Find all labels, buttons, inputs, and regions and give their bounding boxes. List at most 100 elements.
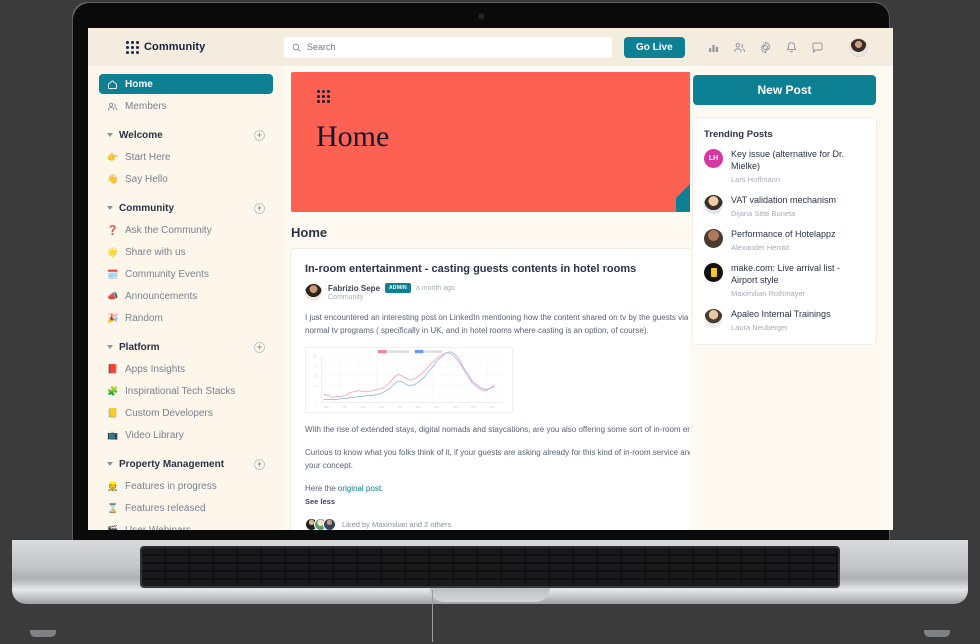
laptop-mockup: Community Go Live bbox=[0, 0, 980, 644]
trending-post-author: Laura Neuberger bbox=[731, 322, 788, 332]
plus-circle-icon[interactable]: + bbox=[254, 341, 265, 353]
avatar-initials: LH bbox=[708, 155, 719, 162]
sidebar-section-label: Welcome bbox=[119, 129, 163, 141]
waving-hand-icon: 👋 bbox=[107, 173, 119, 184]
right-sidebar: New Post Trending Posts LH Key issue (al… bbox=[690, 66, 893, 530]
avatar bbox=[704, 194, 723, 214]
sidebar-item-random[interactable]: 🎉 Random bbox=[99, 308, 273, 328]
list-item[interactable]: LH Key issue (alternative for Dr. Mielke… bbox=[704, 149, 865, 184]
sidebar: Home Members Welcome + 👉 Start Here 👋 Sa… bbox=[88, 66, 284, 530]
search-input[interactable] bbox=[307, 42, 604, 52]
sidebar-item-start-here[interactable]: 👉 Start Here bbox=[99, 147, 273, 167]
svg-text:2012: 2012 bbox=[397, 407, 403, 409]
hourglass-icon: ⌛ bbox=[107, 502, 119, 513]
sidebar-item-label: Share with us bbox=[125, 246, 186, 258]
sidebar-item-features-released[interactable]: ⌛ Features released bbox=[99, 498, 273, 518]
sidebar-item-community-events[interactable]: 🗓️ Community Events bbox=[99, 264, 273, 284]
svg-text:2006: 2006 bbox=[342, 407, 348, 409]
sidebar-section-community[interactable]: Community + bbox=[99, 200, 273, 216]
brand[interactable]: Community bbox=[88, 40, 284, 54]
liker-avatars bbox=[305, 518, 336, 530]
trending-post-title: Apaleo Internal Trainings bbox=[731, 308, 831, 319]
sidebar-item-inspirational-tech-stacks[interactable]: 🧩 Inspirational Tech Stacks bbox=[99, 381, 273, 401]
chart-bar-icon[interactable] bbox=[707, 41, 720, 54]
sidebar-item-label: User Webinars bbox=[125, 524, 191, 531]
hero-title: Home bbox=[316, 120, 390, 153]
svg-text:2014: 2014 bbox=[416, 407, 422, 409]
user-avatar[interactable] bbox=[848, 37, 868, 57]
notebook-icon: 📒 bbox=[107, 407, 119, 418]
trending-post-author: Lars Hoffmann bbox=[731, 174, 781, 184]
trending-posts-title: Trending Posts bbox=[704, 129, 773, 140]
trending-post-title: Key issue (alternative for Dr. Mielke) bbox=[731, 149, 845, 171]
search-box[interactable] bbox=[284, 36, 612, 58]
plus-circle-icon[interactable]: + bbox=[254, 202, 265, 214]
book-icon: 📕 bbox=[107, 363, 119, 374]
question-mark-icon: ❓ bbox=[107, 224, 119, 235]
sidebar-item-ask-the-community[interactable]: ❓ Ask the Community bbox=[99, 220, 273, 240]
svg-text:2022: 2022 bbox=[489, 407, 495, 409]
trending-post-title: make.com: Live arrival list - Airport st… bbox=[731, 262, 841, 285]
screen: Community Go Live bbox=[88, 28, 893, 530]
avatar-graphic bbox=[710, 267, 717, 277]
sidebar-item-user-webinars[interactable]: 🎬 User Webinars bbox=[99, 520, 273, 531]
svg-text:2008: 2008 bbox=[361, 407, 367, 409]
liked-by-text: Liked by Maximilian and 2 others bbox=[342, 520, 452, 530]
laptop-foot-left bbox=[30, 630, 56, 637]
sidebar-item-label: Members bbox=[125, 100, 167, 112]
post-title[interactable]: In-room entertainment - casting guests c… bbox=[305, 262, 636, 276]
trending-post-author: Dijana Sitte Buneta bbox=[731, 208, 796, 218]
megaphone-icon: 📣 bbox=[107, 290, 119, 301]
sidebar-section-property-management[interactable]: Property Management + bbox=[99, 456, 273, 472]
sidebar-item-features-in-progress[interactable]: 👷 Features in progress bbox=[99, 476, 273, 496]
sidebar-section-welcome[interactable]: Welcome + bbox=[99, 127, 273, 143]
sidebar-item-label: Ask the Community bbox=[125, 224, 212, 236]
new-post-button[interactable]: New Post bbox=[693, 75, 876, 105]
svg-text:2020: 2020 bbox=[471, 407, 477, 409]
sidebar-item-label: Announcements bbox=[125, 290, 198, 302]
sidebar-item-members[interactable]: Members bbox=[99, 96, 273, 116]
go-live-button[interactable]: Go Live bbox=[624, 36, 685, 58]
svg-text:2016: 2016 bbox=[434, 407, 440, 409]
puzzle-piece-icon: 🧩 bbox=[107, 385, 119, 396]
avatar[interactable] bbox=[305, 283, 322, 301]
embedded-chart[interactable]: 2004 2006 2008 2010 2012 2014 2016 2018 2020 2… bbox=[305, 346, 513, 413]
sidebar-section-platform[interactable]: Platform + bbox=[99, 339, 273, 355]
sidebar-item-apps-insights[interactable]: 📕 Apps Insights bbox=[99, 359, 273, 379]
bell-icon[interactable] bbox=[785, 41, 798, 54]
chat-icon[interactable] bbox=[811, 41, 824, 54]
list-item[interactable]: Performance of Hotelappz Alexander Herol… bbox=[704, 228, 865, 252]
svg-text:2010: 2010 bbox=[379, 407, 385, 409]
link-prefix: Here the bbox=[305, 484, 338, 494]
list-item[interactable]: VAT validation mechanism Dijana Sitte Bu… bbox=[704, 194, 865, 218]
base-notch bbox=[430, 586, 550, 602]
nine-dots-icon bbox=[126, 40, 139, 54]
sidebar-item-video-library[interactable]: 📺 Video Library bbox=[99, 425, 273, 445]
author-name[interactable]: Fabrizio Sepe bbox=[328, 284, 380, 293]
original-post-link[interactable]: original post bbox=[338, 484, 381, 493]
gear-icon[interactable] bbox=[759, 40, 772, 54]
sidebar-item-custom-developers[interactable]: 📒 Custom Developers bbox=[99, 403, 273, 423]
sidebar-item-announcements[interactable]: 📣 Announcements bbox=[99, 286, 273, 306]
trending-post-title: VAT validation mechanism bbox=[731, 194, 837, 205]
party-popper-icon: 🎉 bbox=[107, 312, 119, 323]
search-icon bbox=[292, 43, 301, 52]
post-space: Community bbox=[328, 294, 364, 302]
nine-dots-icon bbox=[317, 90, 330, 103]
home-icon bbox=[108, 79, 117, 89]
post-timestamp: a month ago bbox=[415, 284, 455, 292]
list-item[interactable]: Apaleo Internal Trainings Laura Neuberge… bbox=[704, 308, 865, 332]
plus-circle-icon[interactable]: + bbox=[254, 458, 265, 470]
sidebar-item-label: Video Library bbox=[125, 429, 184, 441]
sidebar-item-share-with-us[interactable]: 🌟 Share with us bbox=[99, 242, 273, 262]
trending-post-author: Alexander Herold bbox=[731, 242, 789, 252]
sidebar-item-home[interactable]: Home bbox=[99, 74, 273, 94]
people-icon[interactable] bbox=[733, 41, 746, 54]
plus-circle-icon[interactable]: + bbox=[254, 129, 265, 141]
avatar: LH bbox=[704, 149, 723, 168]
keyboard bbox=[140, 546, 840, 588]
avatar bbox=[704, 308, 723, 328]
list-item[interactable]: make.com: Live arrival list - Airport st… bbox=[704, 262, 865, 298]
sidebar-item-say-hello[interactable]: 👋 Say Hello bbox=[99, 169, 273, 189]
avatar bbox=[323, 518, 336, 530]
